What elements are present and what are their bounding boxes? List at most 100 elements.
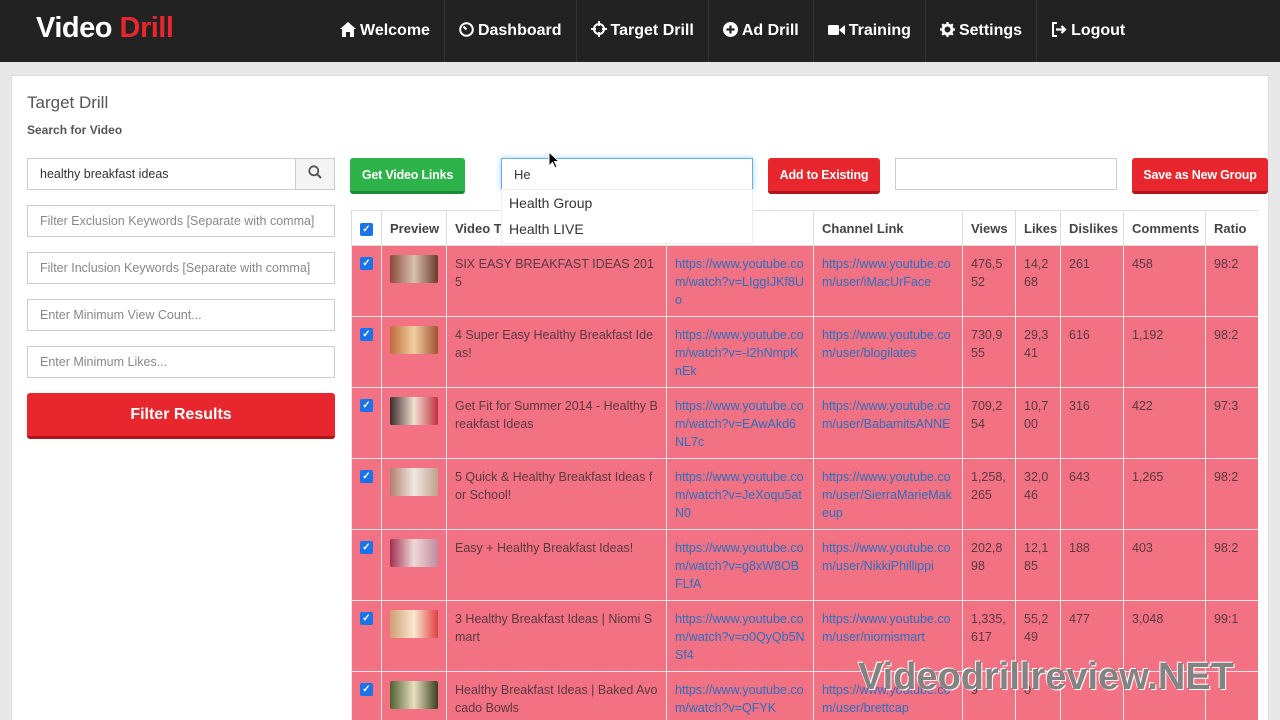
ratio-cell: 98:2 <box>1205 529 1258 601</box>
video-link[interactable]: https://www.youtube.com/watch?v=QFYK <box>666 671 814 720</box>
filter-results-button[interactable]: Filter Results <box>27 393 335 439</box>
column-header[interactable]: Channel Link <box>813 210 963 246</box>
search-icon <box>308 164 322 184</box>
column-header[interactable]: Likes <box>1015 210 1061 246</box>
nav-dashboard[interactable]: Dashboard <box>443 0 576 62</box>
table-row: ✓ Get Fit for Summer 2014 - Healthy Brea… <box>351 387 1258 459</box>
exclusion-keywords-input[interactable] <box>27 205 335 237</box>
views-cell: 709,254 <box>962 387 1016 459</box>
likes-cell: 32,046 <box>1015 458 1061 530</box>
search-group <box>27 158 335 190</box>
results-table: ✓ Preview Video Title Video Link Channel… <box>351 210 1258 720</box>
row-checkbox[interactable]: ✓ <box>351 600 382 672</box>
video-link[interactable]: https://www.youtube.com/watch?v=g8xW8OBF… <box>666 529 814 601</box>
logout-icon <box>1051 21 1067 41</box>
dashboard-icon <box>459 21 474 41</box>
new-group-input[interactable] <box>895 158 1117 190</box>
nav-target-drill[interactable]: Target Drill <box>575 0 708 62</box>
column-header[interactable]: Views <box>962 210 1016 246</box>
dislikes-cell: 643 <box>1060 458 1124 530</box>
row-checkbox[interactable]: ✓ <box>351 387 382 459</box>
comments-cell: 1,265 <box>1123 458 1206 530</box>
add-to-existing-button[interactable]: Add to Existing <box>768 158 880 194</box>
likes-cell: 12,185 <box>1015 529 1061 601</box>
channel-link[interactable]: https://www.youtube.com/user/SierraMarie… <box>813 458 963 530</box>
comments-cell: 458 <box>1123 245 1206 317</box>
top-navbar: Video Drill Welcome Dashboard Target Dri… <box>0 0 1280 62</box>
save-as-new-group-button[interactable]: Save as New Group <box>1132 158 1268 194</box>
plus-circle-icon <box>722 21 738 41</box>
column-header[interactable]: Comments <box>1123 210 1206 246</box>
likes-cell: 29,341 <box>1015 316 1061 388</box>
table-row: ✓ Easy + Healthy Breakfast Ideas! https:… <box>351 529 1258 601</box>
nav-settings[interactable]: Settings <box>924 0 1036 62</box>
dislikes-cell: 188 <box>1060 529 1124 601</box>
select-all-checkbox[interactable]: ✓ <box>351 210 382 246</box>
nav-training[interactable]: Training <box>812 0 925 62</box>
views-cell: 202,898 <box>962 529 1016 601</box>
min-likes-input[interactable] <box>27 346 335 378</box>
video-thumbnail[interactable] <box>390 397 438 425</box>
row-checkbox[interactable]: ✓ <box>351 529 382 601</box>
ratio-cell: 98:2 <box>1205 316 1258 388</box>
row-checkbox[interactable]: ✓ <box>351 245 382 317</box>
video-title: Get Fit for Summer 2014 - Healthy Breakf… <box>446 387 667 459</box>
channel-link[interactable]: https://www.youtube.com/user/NikkiPhilli… <box>813 529 963 601</box>
channel-link[interactable]: https://www.youtube.com/user/iMacUrFace <box>813 245 963 317</box>
video-thumbnail[interactable] <box>390 255 438 283</box>
search-input[interactable] <box>27 158 295 190</box>
video-title: SIX EASY BREAKFAST IDEAS 2015 <box>446 245 667 317</box>
brand-logo[interactable]: Video Drill <box>36 12 174 45</box>
video-thumbnail[interactable] <box>390 610 438 638</box>
video-link[interactable]: https://www.youtube.com/watch?v=EAwAkd6N… <box>666 387 814 459</box>
target-drill-panel: Target Drill Search for Video Filter Res… <box>11 75 1269 720</box>
video-title: 3 Healthy Breakfast Ideas | Niomi Smart <box>446 600 667 672</box>
min-view-count-input[interactable] <box>27 299 335 331</box>
views-cell: 476,552 <box>962 245 1016 317</box>
preview-cell <box>381 245 447 317</box>
column-header[interactable]: Preview <box>381 210 447 246</box>
column-header[interactable]: Dislikes <box>1060 210 1124 246</box>
page-title: Target Drill <box>27 93 109 112</box>
nav-ad-drill[interactable]: Ad Drill <box>707 0 813 62</box>
search-button[interactable] <box>295 158 335 190</box>
views-cell: 1,258,265 <box>962 458 1016 530</box>
preview-cell <box>381 387 447 459</box>
video-thumbnail[interactable] <box>390 468 438 496</box>
row-checkbox[interactable]: ✓ <box>351 458 382 530</box>
home-icon <box>340 21 356 41</box>
video-thumbnail[interactable] <box>390 326 438 354</box>
channel-link[interactable]: https://www.youtube.com/user/BabamitsANN… <box>813 387 963 459</box>
likes-cell: 10,700 <box>1015 387 1061 459</box>
row-checkbox[interactable]: ✓ <box>351 316 382 388</box>
table-header-row: ✓ Preview Video Title Video Link Channel… <box>351 210 1258 246</box>
video-thumbnail[interactable] <box>390 681 438 709</box>
video-link[interactable]: https://www.youtube.com/watch?v=-I2hNmpK… <box>666 316 814 388</box>
preview-cell <box>381 600 447 672</box>
gear-icon <box>939 21 955 41</box>
inclusion-keywords-input[interactable] <box>27 252 335 284</box>
table-row: ✓ 4 Super Easy Healthy Breakfast Ideas! … <box>351 316 1258 388</box>
group-autocomplete-dropdown: Health Group Health LIVE <box>501 189 753 244</box>
video-thumbnail[interactable] <box>390 539 438 567</box>
autocomplete-option[interactable]: Health Group <box>502 190 752 216</box>
video-title: Healthy Breakfast Ideas | Baked Avocado … <box>446 671 667 720</box>
existing-group-input[interactable] <box>501 158 753 190</box>
get-video-links-button[interactable]: Get Video Links <box>350 158 465 194</box>
video-link[interactable]: https://www.youtube.com/watch?v=JeXoqu5a… <box>666 458 814 530</box>
preview-cell <box>381 671 447 720</box>
video-link[interactable]: https://www.youtube.com/watch?v=o0QyQb5N… <box>666 600 814 672</box>
preview-cell <box>381 529 447 601</box>
watermark-text: Videodrillreview.NET <box>858 656 1234 698</box>
nav-logout[interactable]: Logout <box>1036 0 1139 62</box>
row-checkbox[interactable]: ✓ <box>351 671 382 720</box>
autocomplete-option[interactable]: Health LIVE <box>502 216 752 242</box>
table-row: ✓ SIX EASY BREAKFAST IDEAS 2015 https://… <box>351 245 1258 317</box>
crosshair-icon <box>590 21 607 41</box>
page-subtitle: Search for Video <box>27 123 123 137</box>
channel-link[interactable]: https://www.youtube.com/user/blogilates <box>813 316 963 388</box>
table-row: ✓ 5 Quick & Healthy Breakfast Ideas for … <box>351 458 1258 530</box>
video-link[interactable]: https://www.youtube.com/watch?v=LIggIJKf… <box>666 245 814 317</box>
nav-welcome[interactable]: Welcome <box>326 0 444 62</box>
column-header[interactable]: Ratio <box>1205 210 1258 246</box>
